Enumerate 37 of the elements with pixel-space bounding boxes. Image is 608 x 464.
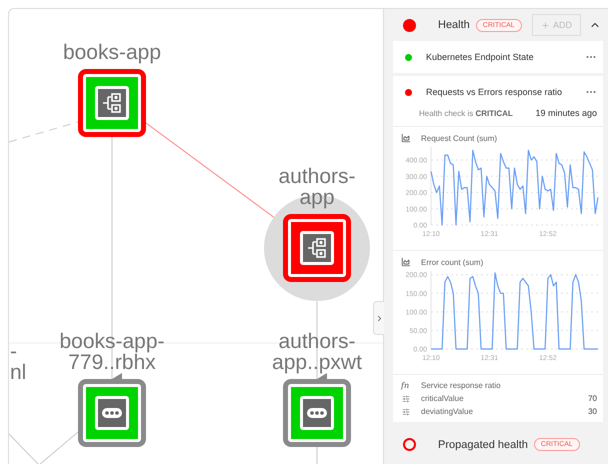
graph-node[interactable] [78, 69, 146, 137]
dashed-edge [9, 122, 78, 142]
node-label: books-app [62, 42, 162, 63]
node-label: - [10, 341, 17, 362]
dots-icon [306, 407, 328, 419]
node-label: authors- app [277, 166, 357, 208]
graph-node[interactable] [283, 379, 351, 447]
collapse-handle[interactable] [373, 301, 384, 335]
chart-icon [401, 133, 411, 144]
node-label: books-app- 779..rbhx [58, 331, 166, 373]
chart-title: Error count (sum) [421, 258, 484, 267]
chart-title: Request Count (sum) [421, 134, 498, 143]
section-title: Propagated health [438, 438, 528, 451]
graph-node[interactable] [78, 379, 146, 447]
parameter-value: 70 [588, 394, 597, 404]
dots-icon [101, 407, 123, 419]
node-label: nl [10, 362, 26, 383]
check-summary: Health check is CRITICAL [419, 108, 513, 118]
check-time: 19 minutes ago [535, 108, 597, 118]
graph-node[interactable] [283, 214, 351, 282]
parameter-name: deviatingValue [421, 407, 473, 416]
plus-icon [540, 20, 550, 30]
parameter-value: 30 [588, 407, 597, 416]
edge [9, 432, 78, 464]
section-title: Health [438, 19, 470, 32]
check-name[interactable]: Requests vs Errors response ratio [426, 87, 571, 98]
edge [316, 446, 318, 464]
function-name: Service response ratio [421, 381, 501, 390]
check-name[interactable]: Kubernetes Endpoint State [426, 52, 571, 62]
node-label: authors- app..pxwt [271, 331, 363, 373]
function-icon: fn [401, 381, 411, 390]
parameter-name: criticalValue [421, 394, 464, 404]
chart-icon [401, 257, 411, 268]
parameter-icon [401, 408, 411, 416]
service-icon [307, 237, 327, 259]
parameter-icon [401, 394, 411, 403]
service-icon [102, 92, 122, 114]
